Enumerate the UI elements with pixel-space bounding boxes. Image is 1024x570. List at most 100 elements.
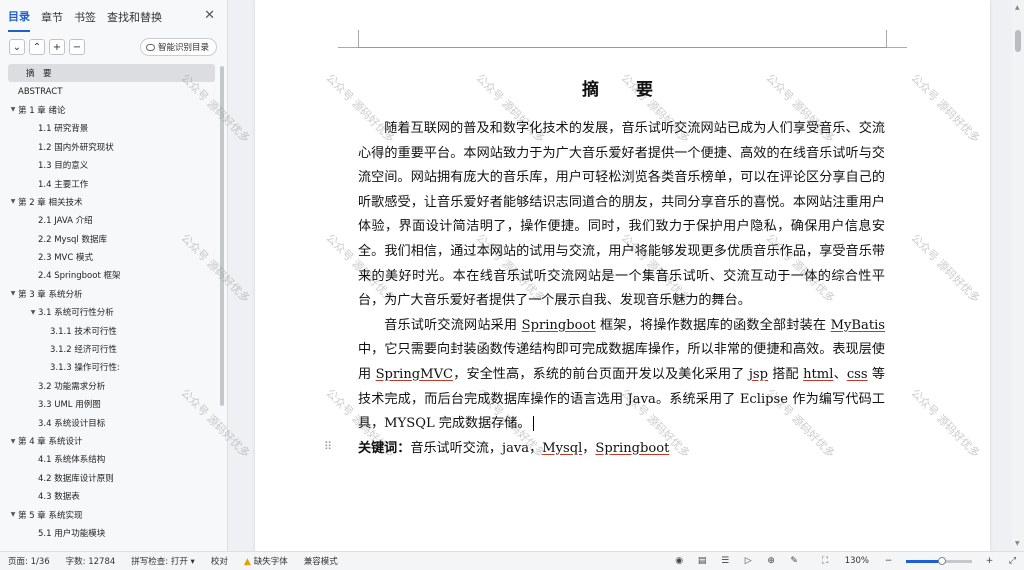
zoom-level[interactable]: 130%	[837, 556, 877, 566]
toc-item[interactable]: ▼ 3.1 系统可行性分析	[0, 303, 217, 321]
proofread-button[interactable]: 校对	[203, 555, 236, 567]
expand-arrow-icon[interactable]: ▼	[8, 511, 18, 518]
toc-item[interactable]: ▼ 第 2 章 相关技术	[0, 193, 217, 211]
play-icon[interactable]: ▷	[743, 556, 754, 567]
text-cursor	[533, 416, 535, 432]
toc-item-label: 第 5 章 系统实现	[18, 510, 83, 521]
crop-mark-top-right	[886, 30, 907, 67]
toc-item[interactable]: ▼ 第 5 章 系统实现	[0, 505, 217, 523]
tab-sections[interactable]: 章节	[41, 1, 63, 31]
document-page[interactable]: 公众号 源码好优多 公众号 源码好优多 公众号 源码好优多 公众号 源码好优多 …	[178, 0, 990, 551]
spell-check-toggle[interactable]: 拼写检查: 打开 ▾	[123, 555, 203, 567]
zoom-slider-fill	[906, 559, 943, 563]
tab-find-replace[interactable]: 查找和替换	[107, 1, 162, 31]
toc-item-label: 第 4 章 系统设计	[18, 437, 83, 447]
abstract-paragraph-2: 音乐试听交流网站采用 Springboot 框架，将操作数据库的函数全部封装在 …	[358, 317, 885, 432]
eye-icon[interactable]: ◉	[674, 556, 685, 567]
fit-page-icon[interactable]: ⛶	[820, 556, 831, 567]
scrollbar-thumb[interactable]	[1015, 30, 1021, 52]
toc-item-label: 摘 要	[26, 69, 52, 80]
toc-item-label: 4.2 数据库设计原则	[38, 473, 114, 484]
expand-arrow-icon[interactable]: ▼	[8, 290, 18, 297]
expand-arrow-icon[interactable]: ▼	[28, 309, 38, 316]
toc-item[interactable]: 4.3 数据表	[0, 487, 217, 505]
toc-item-label: 第 1 章 绪论	[18, 105, 66, 116]
toc-item-label: 3.1.3 操作可行性:	[50, 363, 120, 374]
remove-level-minus-icon[interactable]: −	[69, 39, 85, 55]
paragraph-drag-handle-icon[interactable]: ⠿	[324, 440, 332, 453]
toc-item-label: 2.3 MVC 模式	[38, 253, 94, 264]
zoom-out-icon[interactable]: −	[883, 556, 894, 567]
toc-item-label: 5.1 用户功能模块	[38, 528, 106, 539]
page-view-icon[interactable]: ▤	[697, 556, 708, 567]
toc-item-label: ABSTRACT	[18, 86, 63, 97]
add-level-plus-icon[interactable]: +	[49, 39, 65, 55]
collapse-chevron-down-icon[interactable]: ⌄	[9, 39, 25, 55]
page-title: 摘 要	[582, 80, 663, 100]
keywords-text: 音乐试听交流，java，	[410, 440, 543, 456]
zoom-slider-knob[interactable]	[938, 556, 947, 565]
page-indicator[interactable]: 页面: 1/36	[0, 555, 58, 567]
scroll-up-icon[interactable]: ▲	[1015, 4, 1020, 11]
toc-list: 摘 要 ABSTRACT ▼ 第 1 章 绪论 1.1 研究背景 1.2 国内外研究现状 1…	[0, 64, 217, 551]
keywords-label: 关键词：	[358, 440, 411, 456]
scroll-down-icon[interactable]: ▼	[1015, 540, 1020, 547]
toc-item-label: 2.2 Mysql 数据库	[38, 234, 107, 245]
fullscreen-icon[interactable]: ⤢	[1007, 556, 1018, 567]
abstract-paragraph-1: 随着互联网的普及和数字化技术的发展，音乐试听交流网站已成为人们享受音乐、交流心得…	[358, 121, 885, 309]
vertical-scrollbar[interactable]: ▲ ▼	[1012, 0, 1024, 551]
toc-item[interactable]: ▼ 第 4 章 系统设计	[0, 432, 217, 450]
toc-item[interactable]: 3.4 系统设计目标	[0, 413, 217, 431]
toc-item-label: 3.1.1 技术可行性	[50, 326, 117, 337]
header-rule	[358, 47, 887, 48]
toc-item[interactable]: 5.1 用户功能模块	[0, 524, 217, 542]
toc-scrollbar[interactable]	[220, 66, 224, 406]
toc-item[interactable]: 2.2 Mysql 数据库	[0, 230, 217, 248]
toc-item[interactable]: 2.1 JAVA 介绍	[0, 211, 217, 229]
toc-item-label: 4.3 数据表	[38, 492, 80, 503]
tab-bookmarks[interactable]: 书签	[74, 1, 96, 31]
tab-toc[interactable]: 目录	[8, 0, 30, 32]
web-view-globe-icon[interactable]: ⊕	[766, 556, 777, 567]
toc-item[interactable]: 3.2 功能需求分析	[0, 377, 217, 395]
zoom-slider[interactable]	[906, 556, 972, 565]
toc-item[interactable]: 1.4 主要工作	[0, 174, 217, 192]
toc-item[interactable]: 摘 要	[8, 64, 215, 83]
toc-item[interactable]: 1.2 国内外研究现状	[0, 138, 217, 156]
toc-toolbar: ⌄ ⌃ + − 智能识别目录	[0, 32, 227, 62]
outline-view-icon[interactable]: ☰	[720, 556, 731, 567]
toc-item[interactable]: 4.1 系统体系结构	[0, 450, 217, 468]
toc-item[interactable]: ABSTRACT	[0, 82, 217, 100]
toc-item[interactable]: 3.1.1 技术可行性	[0, 321, 217, 339]
expand-chevron-up-icon[interactable]: ⌃	[29, 39, 45, 55]
crop-mark-top-left	[338, 30, 359, 67]
zoom-in-icon[interactable]: +	[984, 556, 995, 567]
toc-item[interactable]: ▼ 第 3 章 系统分析	[0, 285, 217, 303]
toc-item[interactable]: 4.2 数据库设计原则	[0, 469, 217, 487]
watermark: 公众号 源码好优多	[908, 386, 983, 461]
toc-item-label: 3.1.2 经济可行性	[50, 345, 117, 356]
toc-item[interactable]: 2.3 MVC 模式	[0, 248, 217, 266]
toc-item[interactable]: 3.1.3 操作可行性:	[0, 358, 217, 376]
toc-item[interactable]: 2.4 Springboot 框架	[0, 266, 217, 284]
close-icon[interactable]: ✕	[204, 8, 215, 23]
toc-item-label: 第 2 章 相关技术	[18, 197, 83, 208]
missing-font-button[interactable]: ▲ 缺失字体	[236, 555, 296, 567]
toc-item-label: 1.2 国内外研究现状	[38, 142, 114, 153]
toc-item[interactable]: 3.3 UML 用例图	[0, 395, 217, 413]
expand-arrow-icon[interactable]: ▼	[8, 198, 18, 205]
toc-item[interactable]: 1.3 目的意义	[0, 156, 217, 174]
smart-toc-button[interactable]: 智能识别目录	[139, 38, 217, 56]
pen-icon[interactable]: ✎	[789, 556, 800, 567]
toc-item[interactable]: ▼ 第 1 章 绪论	[0, 101, 217, 119]
expand-arrow-icon[interactable]: ▼	[8, 106, 18, 113]
toc-item[interactable]: 1.1 研究背景	[0, 119, 217, 137]
toc-item-label: 1.1 研究背景	[38, 124, 89, 135]
expand-arrow-icon[interactable]: ▼	[8, 438, 18, 445]
document-body[interactable]: 随着互联网的普及和数字化技术的发展，音乐试听交流网站已成为人们享受音乐、交流心得…	[358, 117, 885, 461]
compat-mode-label: 兼容模式	[303, 557, 338, 567]
toc-item[interactable]: 3.1.2 经济可行性	[0, 340, 217, 358]
word-count[interactable]: 字数: 12784	[58, 555, 124, 567]
navigation-pane: 目录 章节 书签 查找和替换 ✕ ⌄ ⌃ + − 智能识别目录 摘 要 ABSTR…	[0, 0, 228, 551]
toc-item-label: 1.4 主要工作	[38, 179, 89, 190]
